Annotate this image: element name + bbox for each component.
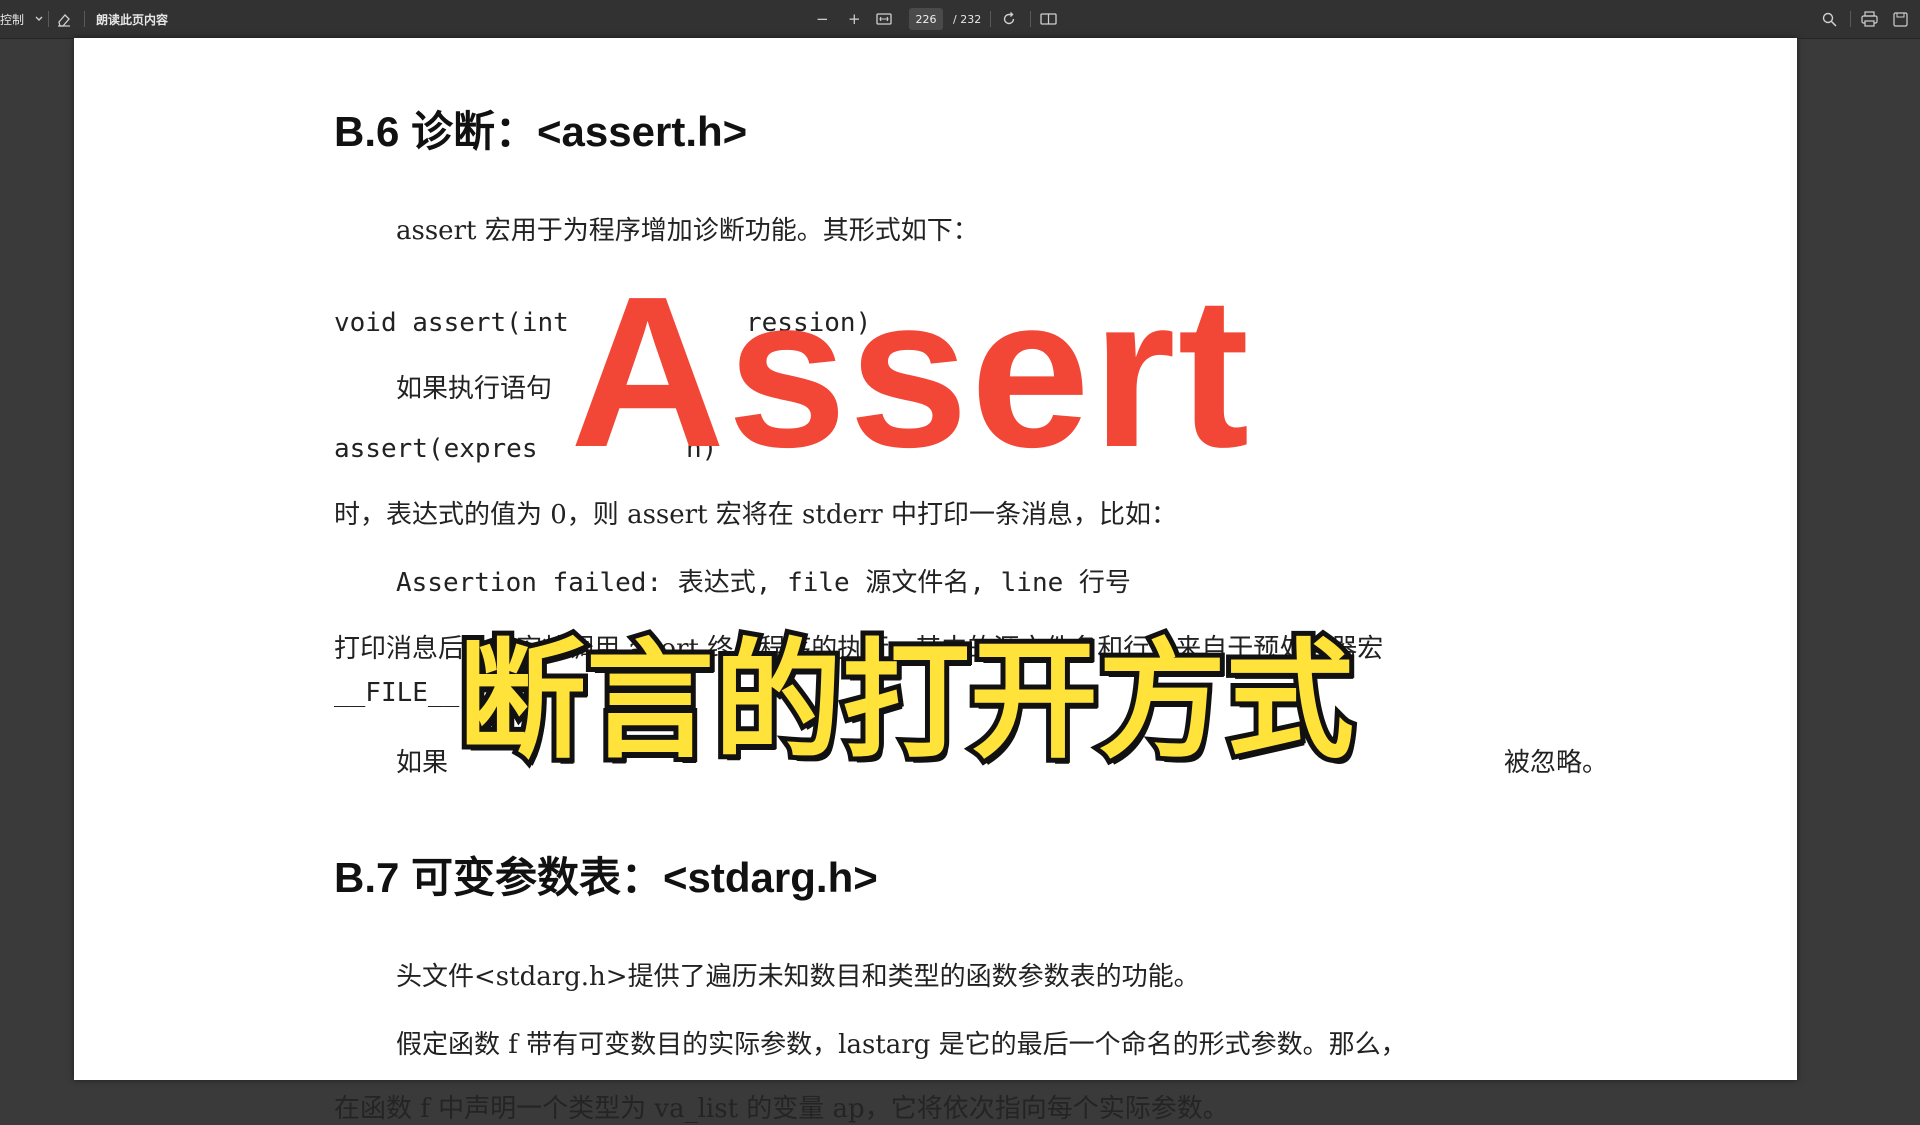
code-line: void assert(int: [334, 308, 569, 338]
overlay-title-english: Assert: [570, 251, 1252, 492]
search-icon[interactable]: [1822, 0, 1837, 38]
read-aloud-button[interactable]: 朗读此页内容: [96, 0, 168, 38]
paragraph: 时，表达式的值为 0，则 assert 宏将在 stderr 中打印一条消息，比…: [334, 500, 1177, 530]
chevron-down-icon[interactable]: [34, 14, 44, 24]
paragraph: 被忽略。: [1504, 748, 1609, 778]
pdf-toolbar: 控制 朗读此页内容 − + 226 / 232: [0, 0, 1920, 39]
toolbar-divider: [1030, 11, 1031, 27]
toolbar-divider: [990, 11, 991, 27]
zoom-out-button[interactable]: −: [816, 0, 829, 38]
code-line: Assertion failed: 表达式, file 源文件名, line 行…: [396, 568, 1131, 598]
paragraph: 如果执行语句: [396, 374, 553, 404]
paragraph: 假定函数 f 带有可变数目的实际参数，lastarg 是它的最后一个命名的形式参…: [396, 1030, 1407, 1060]
print-icon[interactable]: [1861, 0, 1878, 38]
overlay-title-chinese: 断言的打开方式: [453, 627, 1359, 776]
paragraph: 如果: [396, 748, 449, 778]
page-view-icon[interactable]: [1040, 0, 1057, 38]
code-line: assert(expres: [334, 434, 538, 464]
zoom-in-button[interactable]: +: [848, 0, 861, 38]
save-icon[interactable]: [1893, 0, 1908, 38]
code-line: __FILE__: [334, 678, 460, 708]
fit-page-icon[interactable]: [876, 0, 892, 38]
paragraph: 在函数 f 中声明一个类型为 va_list 的变量 ap，它将依次指向每个实际…: [334, 1094, 1229, 1124]
section-heading-b6: B.6 诊断：<assert.h>: [334, 108, 748, 155]
toolbar-divider: [48, 11, 49, 27]
section-heading-b7: B.7 可变参数表：<stdarg.h>: [334, 854, 878, 901]
rotate-icon[interactable]: [1001, 0, 1017, 38]
toolbar-divider: [84, 11, 85, 27]
paragraph: 头文件<stdarg.h>提供了遍历未知数目和类型的函数参数表的功能。: [396, 962, 1200, 992]
paragraph: assert 宏用于为程序增加诊断功能。其形式如下：: [396, 216, 979, 246]
total-pages-label: / 232: [953, 12, 982, 26]
eraser-icon[interactable]: [56, 0, 72, 38]
toolbar-left-label[interactable]: 控制: [0, 0, 44, 38]
page-number-input[interactable]: 226: [909, 8, 943, 30]
toolbar-divider: [1850, 11, 1851, 27]
pdf-page: B.6 诊断：<assert.h> assert 宏用于为程序增加诊断功能。其形…: [74, 38, 1797, 1124]
